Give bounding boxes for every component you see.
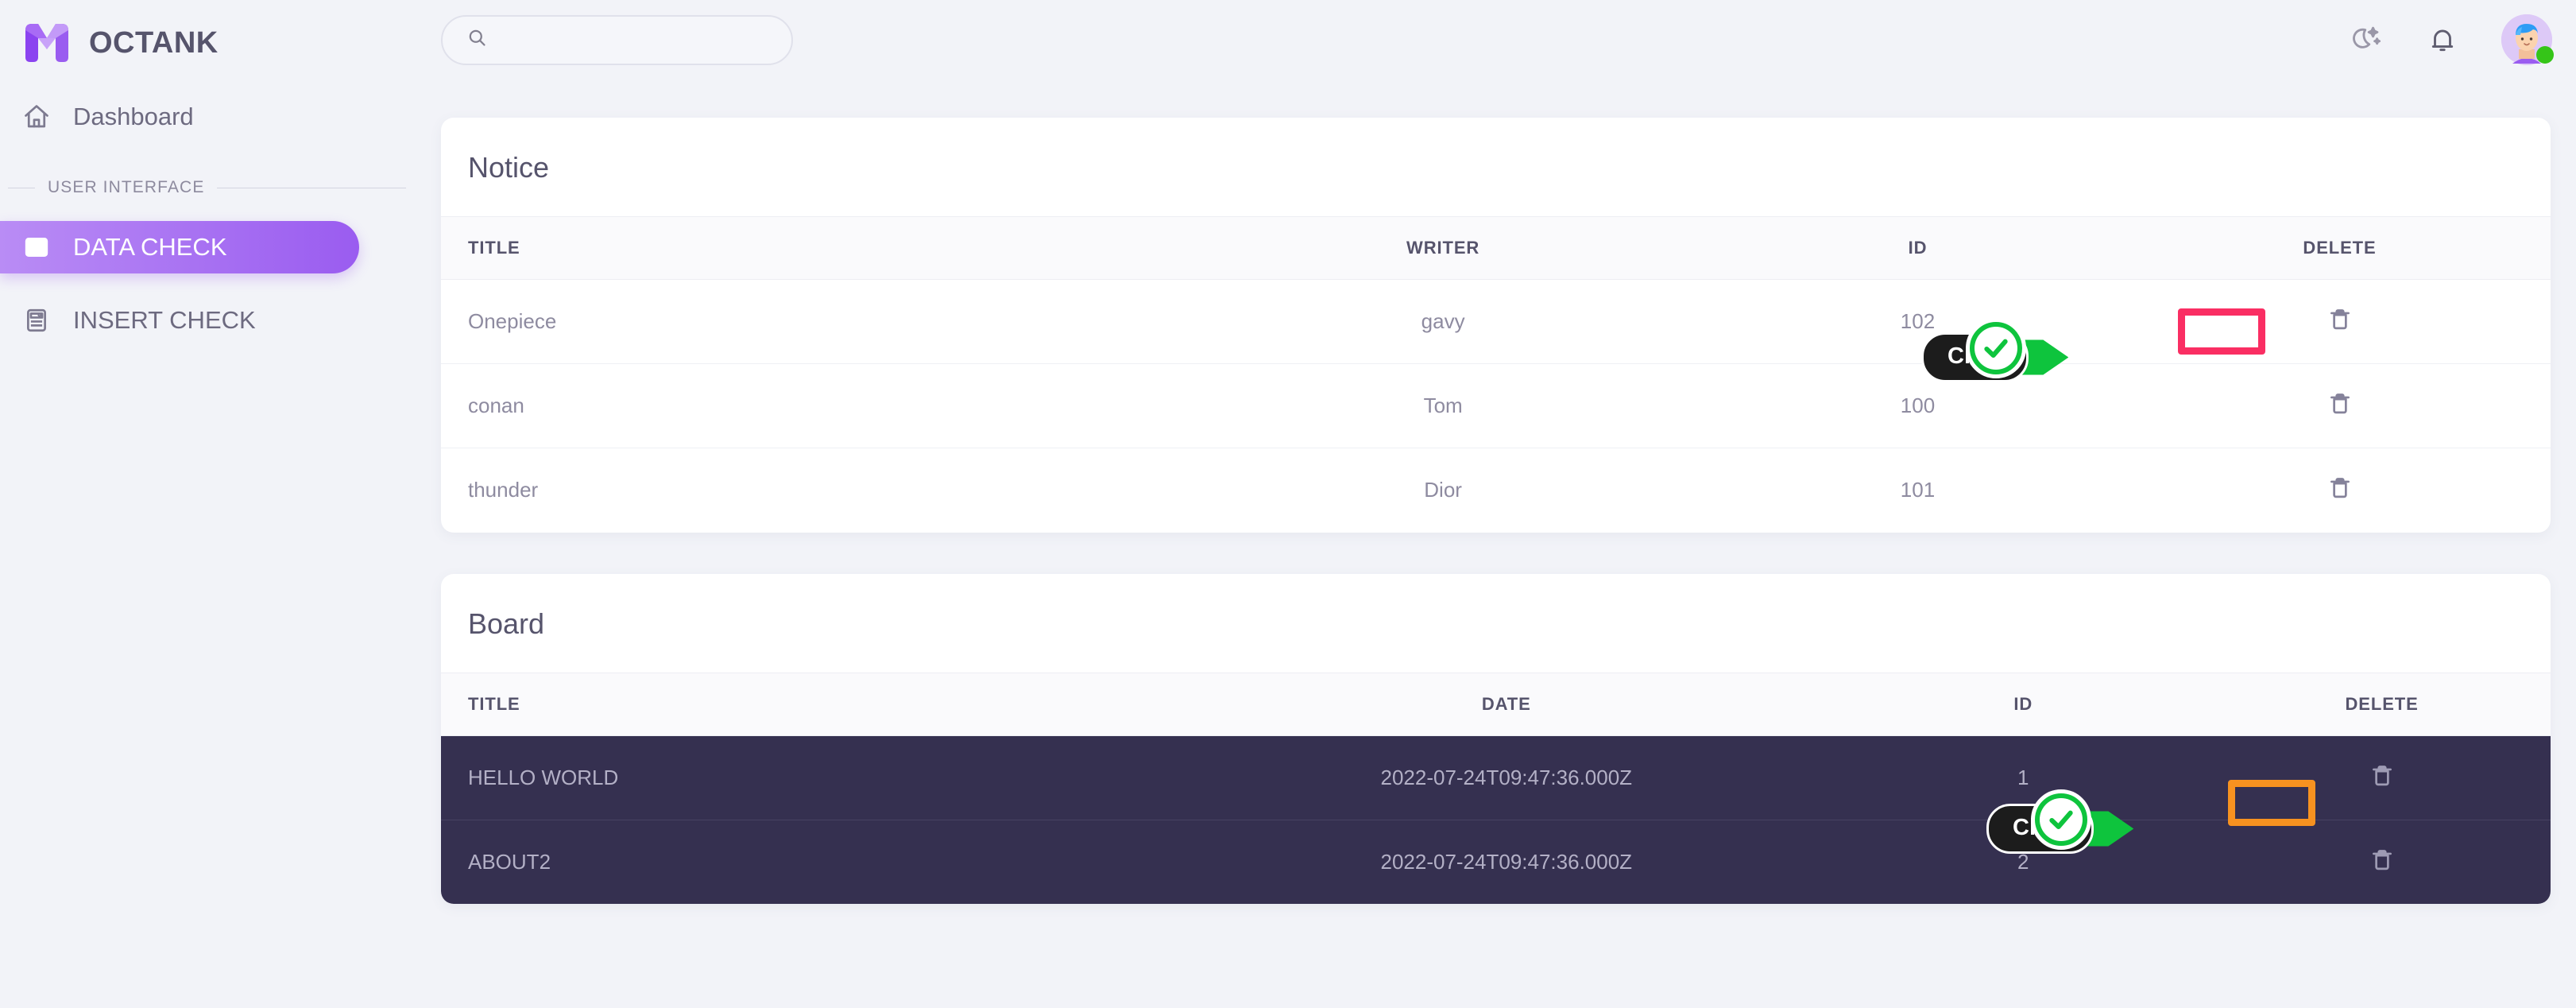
form-document-icon	[21, 304, 52, 336]
cell-writer: gavy	[1179, 279, 1707, 364]
trash-icon[interactable]	[2327, 305, 2354, 332]
board-title: Board	[468, 607, 545, 640]
sidebar-item-insert-check-label: INSERT CHECK	[73, 306, 256, 334]
cell-writer: Tom	[1179, 363, 1707, 448]
column-header-writer: WRITER	[1179, 216, 1707, 280]
page-title: Notice	[468, 151, 550, 184]
trash-icon[interactable]	[2369, 846, 2396, 873]
sidebar-section-label: USER INTERFACE	[0, 178, 441, 197]
cell-title: thunder	[468, 478, 539, 502]
bell-icon[interactable]	[2425, 22, 2460, 57]
cell-delete	[2129, 363, 2551, 448]
brand-name: OCTANK	[89, 25, 219, 60]
cell-delete	[2129, 279, 2551, 364]
table-header-row: TITLE DATE ID DELETE	[441, 672, 2551, 736]
table-row[interactable]: Onepiece gavy 102	[441, 279, 2551, 364]
table-row[interactable]: ABOUT2 2022-07-24T09:47:36.000Z 2	[441, 820, 2551, 904]
cell-title: ABOUT2	[468, 849, 551, 874]
sidebar-section-title: USER INTERFACE	[48, 178, 205, 196]
board-card: Board TITLE DATE ID DELETE HELLO WORLD 2…	[441, 573, 2551, 904]
cell-delete	[2213, 820, 2551, 904]
status-badge	[2536, 46, 2554, 64]
avatar[interactable]	[2501, 14, 2554, 65]
column-header-title: TITLE	[441, 672, 1180, 736]
sidebar-item-dashboard-label: Dashboard	[73, 103, 194, 130]
sidebar-item-dashboard[interactable]: Dashboard	[0, 92, 441, 142]
column-header-id: ID	[1707, 216, 2129, 280]
search-icon	[466, 27, 488, 52]
app-root: OCTANK Dashboard USER INTERFACE DATA CHE…	[0, 0, 2576, 1008]
notice-card: Notice TITLE WRITER ID DELETE Onepiece g…	[441, 118, 2551, 533]
trash-icon[interactable]	[2327, 390, 2354, 417]
table-row[interactable]: thunder Dior 101	[441, 448, 2551, 533]
table-grid-icon	[21, 231, 52, 263]
cell-title: Onepiece	[441, 279, 1180, 364]
home-icon	[21, 101, 52, 133]
topbar	[441, 0, 2576, 79]
table-row[interactable]: HELLO WORLD 2022-07-24T09:47:36.000Z 1	[441, 735, 2551, 820]
cell-delete	[2129, 448, 2551, 533]
sidebar-item-data-check-label: DATA CHECK	[73, 233, 227, 261]
topbar-actions	[2349, 14, 2554, 65]
cell-id: 102	[1707, 279, 2129, 364]
cell-delete	[2213, 735, 2551, 820]
board-table: TITLE DATE ID DELETE HELLO WORLD 2022-07…	[441, 672, 2551, 904]
table-row[interactable]: conan Tom 100	[441, 363, 2551, 448]
m-logo-icon	[22, 22, 72, 64]
sidebar-item-data-check[interactable]: DATA CHECK	[0, 221, 359, 273]
moon-stars-icon[interactable]	[2349, 22, 2384, 57]
sidebar-item-insert-check[interactable]: INSERT CHECK	[0, 296, 441, 345]
sidebar: OCTANK Dashboard USER INTERFACE DATA CHE…	[0, 0, 441, 1008]
search-input[interactable]	[499, 29, 761, 51]
column-header-delete: DELETE	[2129, 216, 2551, 280]
trash-icon[interactable]	[2327, 474, 2354, 501]
cell-id: 2	[2017, 849, 2029, 874]
column-header-date: DATE	[1179, 672, 1834, 736]
cell-writer: Dior	[1424, 478, 1462, 502]
column-header-id: ID	[1833, 672, 2214, 736]
column-header-delete: DELETE	[2213, 672, 2551, 736]
cell-title: HELLO WORLD	[441, 735, 1180, 820]
table-header-row: TITLE WRITER ID DELETE	[441, 216, 2551, 280]
trash-icon[interactable]	[2369, 762, 2396, 789]
main-content: Notice TITLE WRITER ID DELETE Onepiece g…	[441, 0, 2576, 1008]
cell-id: 100	[1707, 363, 2129, 448]
cell-date: 2022-07-24T09:47:36.000Z	[1179, 735, 1834, 820]
search-box[interactable]	[441, 14, 793, 65]
column-header-title: TITLE	[441, 216, 1180, 280]
notice-table: TITLE WRITER ID DELETE Onepiece gavy 102	[441, 216, 2551, 533]
cell-date: 2022-07-24T09:47:36.000Z	[1380, 849, 1633, 874]
cell-id: 101	[1900, 478, 1936, 502]
brand[interactable]: OCTANK	[0, 0, 441, 65]
cell-id: 1	[1833, 735, 2214, 820]
cell-title: conan	[441, 363, 1180, 448]
